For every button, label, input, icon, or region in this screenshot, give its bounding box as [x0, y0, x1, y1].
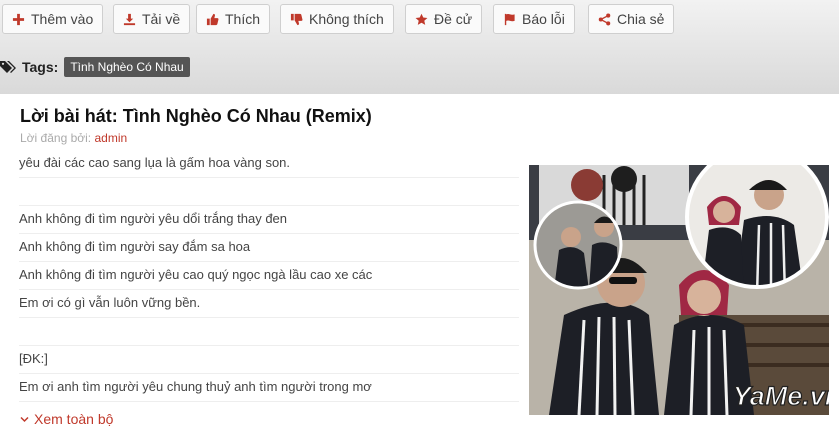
lyric-line: Em ơi anh tìm người yêu chung thuỷ anh t…	[19, 374, 519, 402]
lyric-line: Anh không đi tìm người yêu cao quý ngọc …	[19, 262, 519, 290]
lyric-line	[19, 178, 519, 206]
download-button[interactable]: Tải về	[113, 4, 191, 34]
share-label: Chia sẻ	[617, 11, 665, 27]
add-to-label: Thêm vào	[31, 11, 94, 27]
song-cover-image: YaMe.vn	[529, 165, 829, 415]
show-more-link[interactable]: Xem toàn bộ	[20, 411, 113, 427]
tags-icon	[0, 61, 16, 73]
show-more-label: Xem toàn bộ	[34, 411, 114, 427]
lyric-line: yêu đài các cao sang lụa là gấm hoa vàng…	[19, 150, 519, 178]
dislike-button[interactable]: Không thích	[280, 4, 394, 34]
chevron-down-icon	[20, 416, 29, 422]
download-label: Tải về	[142, 11, 181, 27]
lyric-line: Anh không đi tìm người yêu dổi trắng tha…	[19, 206, 519, 234]
report-error-label: Báo lỗi	[522, 11, 565, 27]
thumbs-down-icon	[290, 13, 303, 25]
toolbar-area: Thêm vào Tải về Thích Không thích Đề cử …	[0, 0, 839, 94]
share-icon	[598, 13, 611, 25]
like-button[interactable]: Thích	[196, 4, 271, 34]
lyric-line: Anh không đi tìm người say đắm sa hoa	[19, 234, 519, 262]
tags-label: Tags:	[22, 59, 59, 75]
flag-icon	[504, 13, 515, 25]
author-link[interactable]: admin	[94, 131, 127, 145]
lyric-line: Em ơi có gì vẫn luôn vững bền.	[19, 290, 519, 318]
nominate-label: Đề cử	[434, 11, 473, 27]
like-label: Thích	[225, 11, 261, 27]
byline: Lời đăng bởi: admin	[20, 131, 127, 145]
tags-row: Tags: Tình Nghèo Có Nhau	[0, 56, 190, 78]
lyric-line	[19, 318, 519, 346]
add-to-button[interactable]: Thêm vào	[2, 4, 104, 34]
watermark-text: YaMe.vn	[733, 381, 829, 411]
tag-chip[interactable]: Tình Nghèo Có Nhau	[64, 57, 190, 77]
thumbs-up-icon	[206, 13, 219, 25]
star-icon	[415, 13, 428, 25]
nominate-button[interactable]: Đề cử	[405, 4, 483, 34]
plus-icon	[12, 13, 25, 25]
report-error-button[interactable]: Báo lỗi	[493, 4, 575, 34]
dislike-label: Không thích	[309, 11, 384, 27]
lyric-line: [ĐK:]	[19, 346, 519, 374]
lyrics-list: yêu đài các cao sang lụa là gấm hoa vàng…	[19, 150, 519, 402]
page-title: Lời bài hát: Tình Nghèo Có Nhau (Remix)	[20, 106, 372, 126]
byline-prefix: Lời đăng bởi:	[20, 131, 92, 145]
download-icon	[123, 13, 136, 25]
share-button[interactable]: Chia sẻ	[588, 4, 675, 34]
